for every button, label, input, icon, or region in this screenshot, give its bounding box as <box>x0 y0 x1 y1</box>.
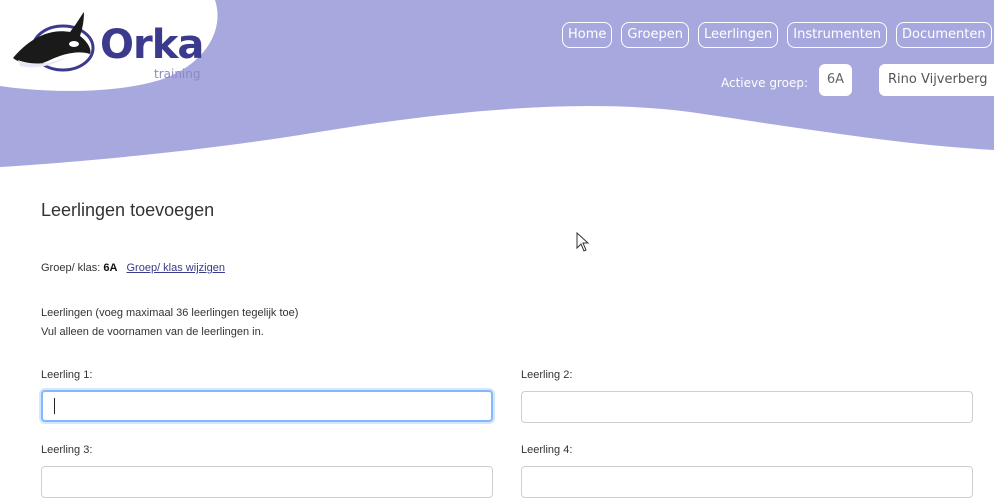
text-caret <box>54 398 55 414</box>
info-max-students: Leerlingen (voeg maximaal 36 leerlingen … <box>41 307 299 319</box>
info-first-names: Vul alleen de voornamen van de leerlinge… <box>41 326 264 338</box>
orka-logo[interactable]: Orka training <box>8 10 208 81</box>
page-title: Leerlingen toevoegen <box>41 200 215 220</box>
student-2-input[interactable] <box>521 391 973 423</box>
change-group-link[interactable]: Groep/ klas wijzigen <box>127 262 225 274</box>
logo-subtitle: training <box>154 67 201 81</box>
nav-documenten[interactable]: Documenten <box>896 22 992 48</box>
nav-instrumenten[interactable]: Instrumenten <box>787 22 888 48</box>
student-3-input[interactable] <box>41 466 493 498</box>
group-info: Groep/ klas: 6A Groep/ klas wijzigen <box>41 262 225 274</box>
nav-leerlingen[interactable]: Leerlingen <box>697 22 779 48</box>
student-2-label: Leerling 2: <box>521 369 573 381</box>
group-prefix: Groep/ klas: <box>41 262 101 274</box>
user-select[interactable]: Rino Vijverberg <box>879 64 994 96</box>
student-4-label: Leerling 4: <box>521 444 573 456</box>
mouse-pointer-icon <box>576 232 590 252</box>
group-value: 6A <box>103 262 118 274</box>
orca-icon <box>13 12 95 72</box>
student-3-label: Leerling 3: <box>41 444 93 456</box>
main-nav: Home Groepen Leerlingen Instrumenten Doc… <box>562 22 992 48</box>
logo-wordmark: Orka <box>100 22 204 68</box>
active-group-select[interactable]: 6A <box>819 64 852 96</box>
active-group-label: Actieve groep: <box>721 76 808 90</box>
student-1-input[interactable] <box>41 390 493 422</box>
student-1-label: Leerling 1: <box>41 369 93 381</box>
student-4-input[interactable] <box>521 466 973 498</box>
nav-home[interactable]: Home <box>562 22 613 48</box>
nav-groepen[interactable]: Groepen <box>621 22 689 48</box>
